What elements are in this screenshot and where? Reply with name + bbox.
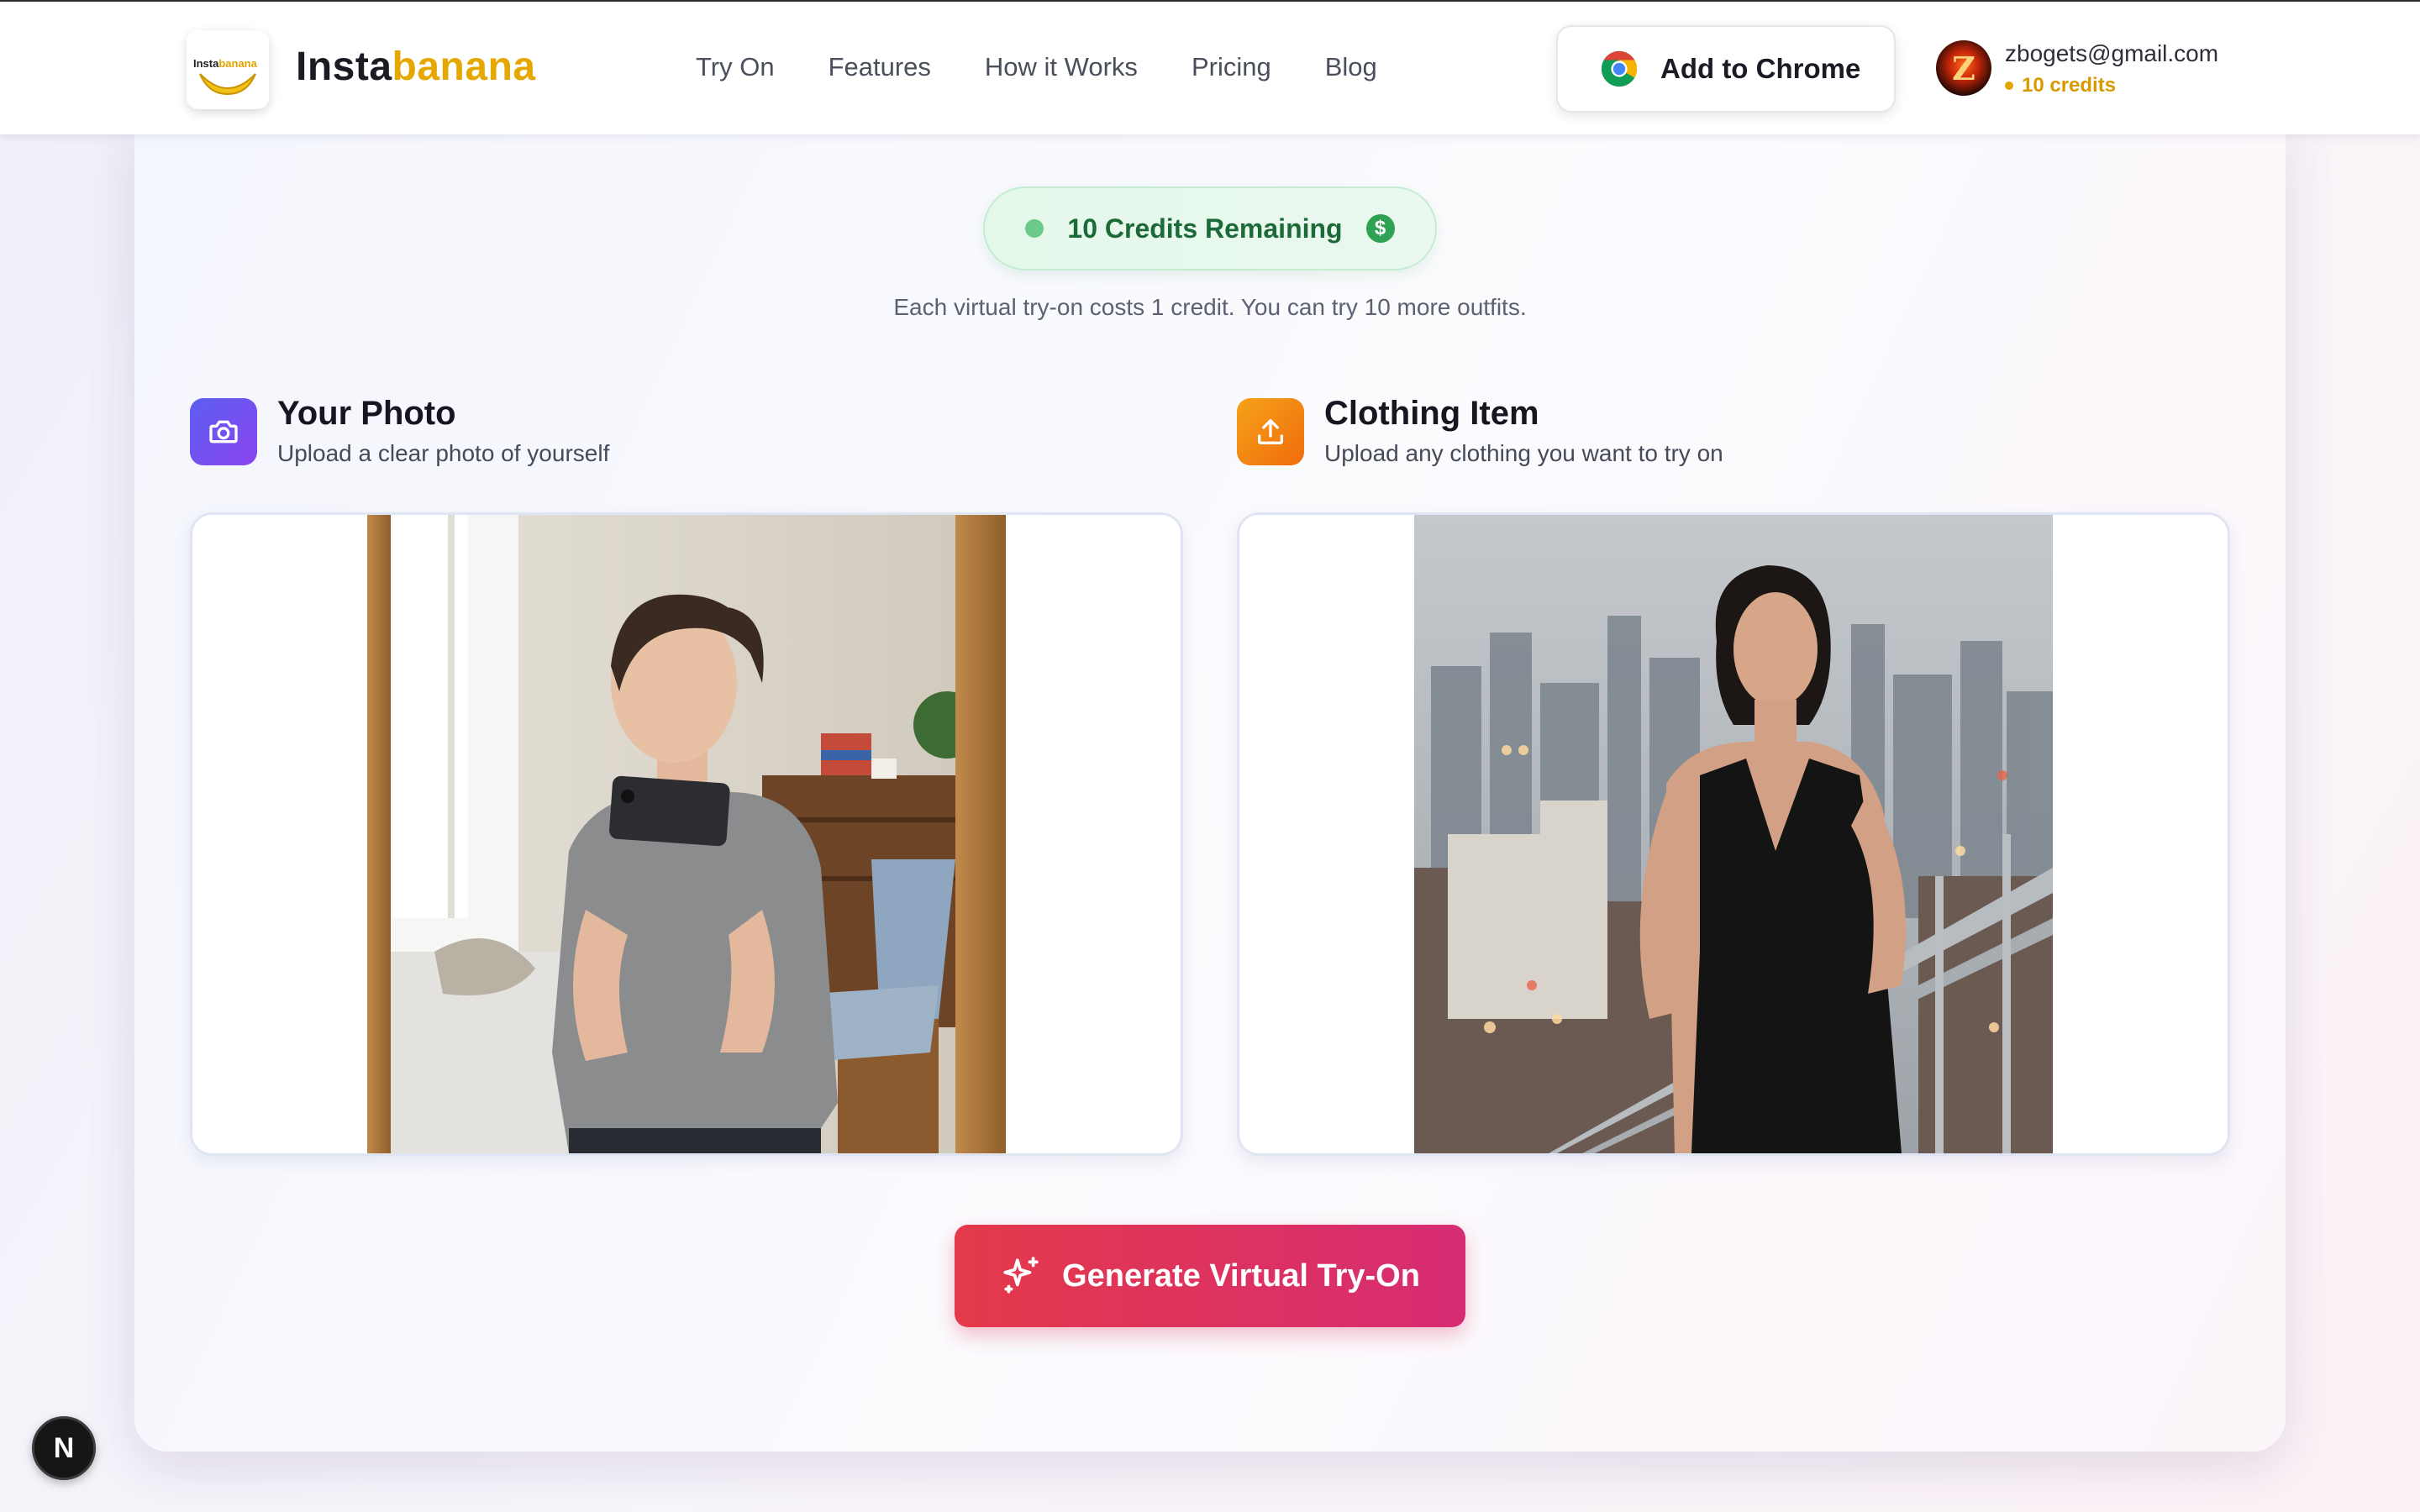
status-dot-icon [1025,219,1044,238]
logo-wordmark: Instabanana [193,57,257,70]
camera-icon [190,398,257,465]
nav-how-it-works[interactable]: How it Works [985,52,1138,82]
generate-try-on-label: Generate Virtual Try-On [1062,1257,1420,1294]
dollar-coin-icon: $ [1365,214,1395,243]
clothing-item-description: Upload any clothing you want to try on [1324,440,1723,466]
your-photo-description: Upload a clear photo of yourself [277,440,610,466]
dev-badge-letter: N [53,1431,75,1464]
sparkle-icon [1003,1257,1039,1294]
clothing-photo-image [1414,515,2053,1153]
user-credits: 10 credits [2005,74,2116,97]
main-nav: Try On Features How it Works Pricing Blo… [696,52,1431,82]
add-to-chrome-button[interactable]: Add to Chrome [1556,25,1896,113]
logo-text-insta: Insta [193,57,219,70]
dev-tools-badge[interactable]: N [32,1416,96,1480]
user-photo-image [367,515,1006,1153]
logo[interactable]: Instabanana [187,30,269,109]
brand-banana: banana [392,45,536,89]
top-navbar: Instabanana Instabanana Try On Features … [0,0,2420,134]
user-credits-label: 10 credits [2022,74,2117,97]
avatar[interactable]: Z [1936,40,1991,96]
nav-pricing[interactable]: Pricing [1192,52,1271,82]
chrome-logo-icon [1601,50,1638,87]
clothing-item-dropzone[interactable] [1237,512,2230,1156]
generate-try-on-button[interactable]: Generate Virtual Try-On [955,1225,1465,1327]
user-email[interactable]: zbogets@gmail.com [2005,40,2218,67]
banana-icon [199,73,256,96]
nav-features[interactable]: Features [829,52,931,82]
your-photo-dropzone[interactable] [190,512,1183,1156]
avatar-letter: Z [1952,49,1975,87]
logo-text-banana: banana [218,57,257,70]
credits-dot-icon [2005,81,2013,90]
clothing-item-title: Clothing Item [1324,395,1539,432]
nav-blog[interactable]: Blog [1325,52,1377,82]
brand-insta: Insta [296,45,392,89]
your-photo-title: Your Photo [277,395,456,432]
upload-icon [1237,398,1304,465]
credits-remaining-badge: 10 Credits Remaining $ [983,186,1437,270]
coin-symbol: $ [1374,217,1386,239]
nav-try-on[interactable]: Try On [696,52,775,82]
add-to-chrome-label: Add to Chrome [1660,53,1861,84]
credits-remaining-label: 10 Credits Remaining [1067,213,1343,244]
brand-name[interactable]: Instabanana [296,44,536,90]
credits-subtitle: Each virtual try-on costs 1 credit. You … [893,294,1527,320]
